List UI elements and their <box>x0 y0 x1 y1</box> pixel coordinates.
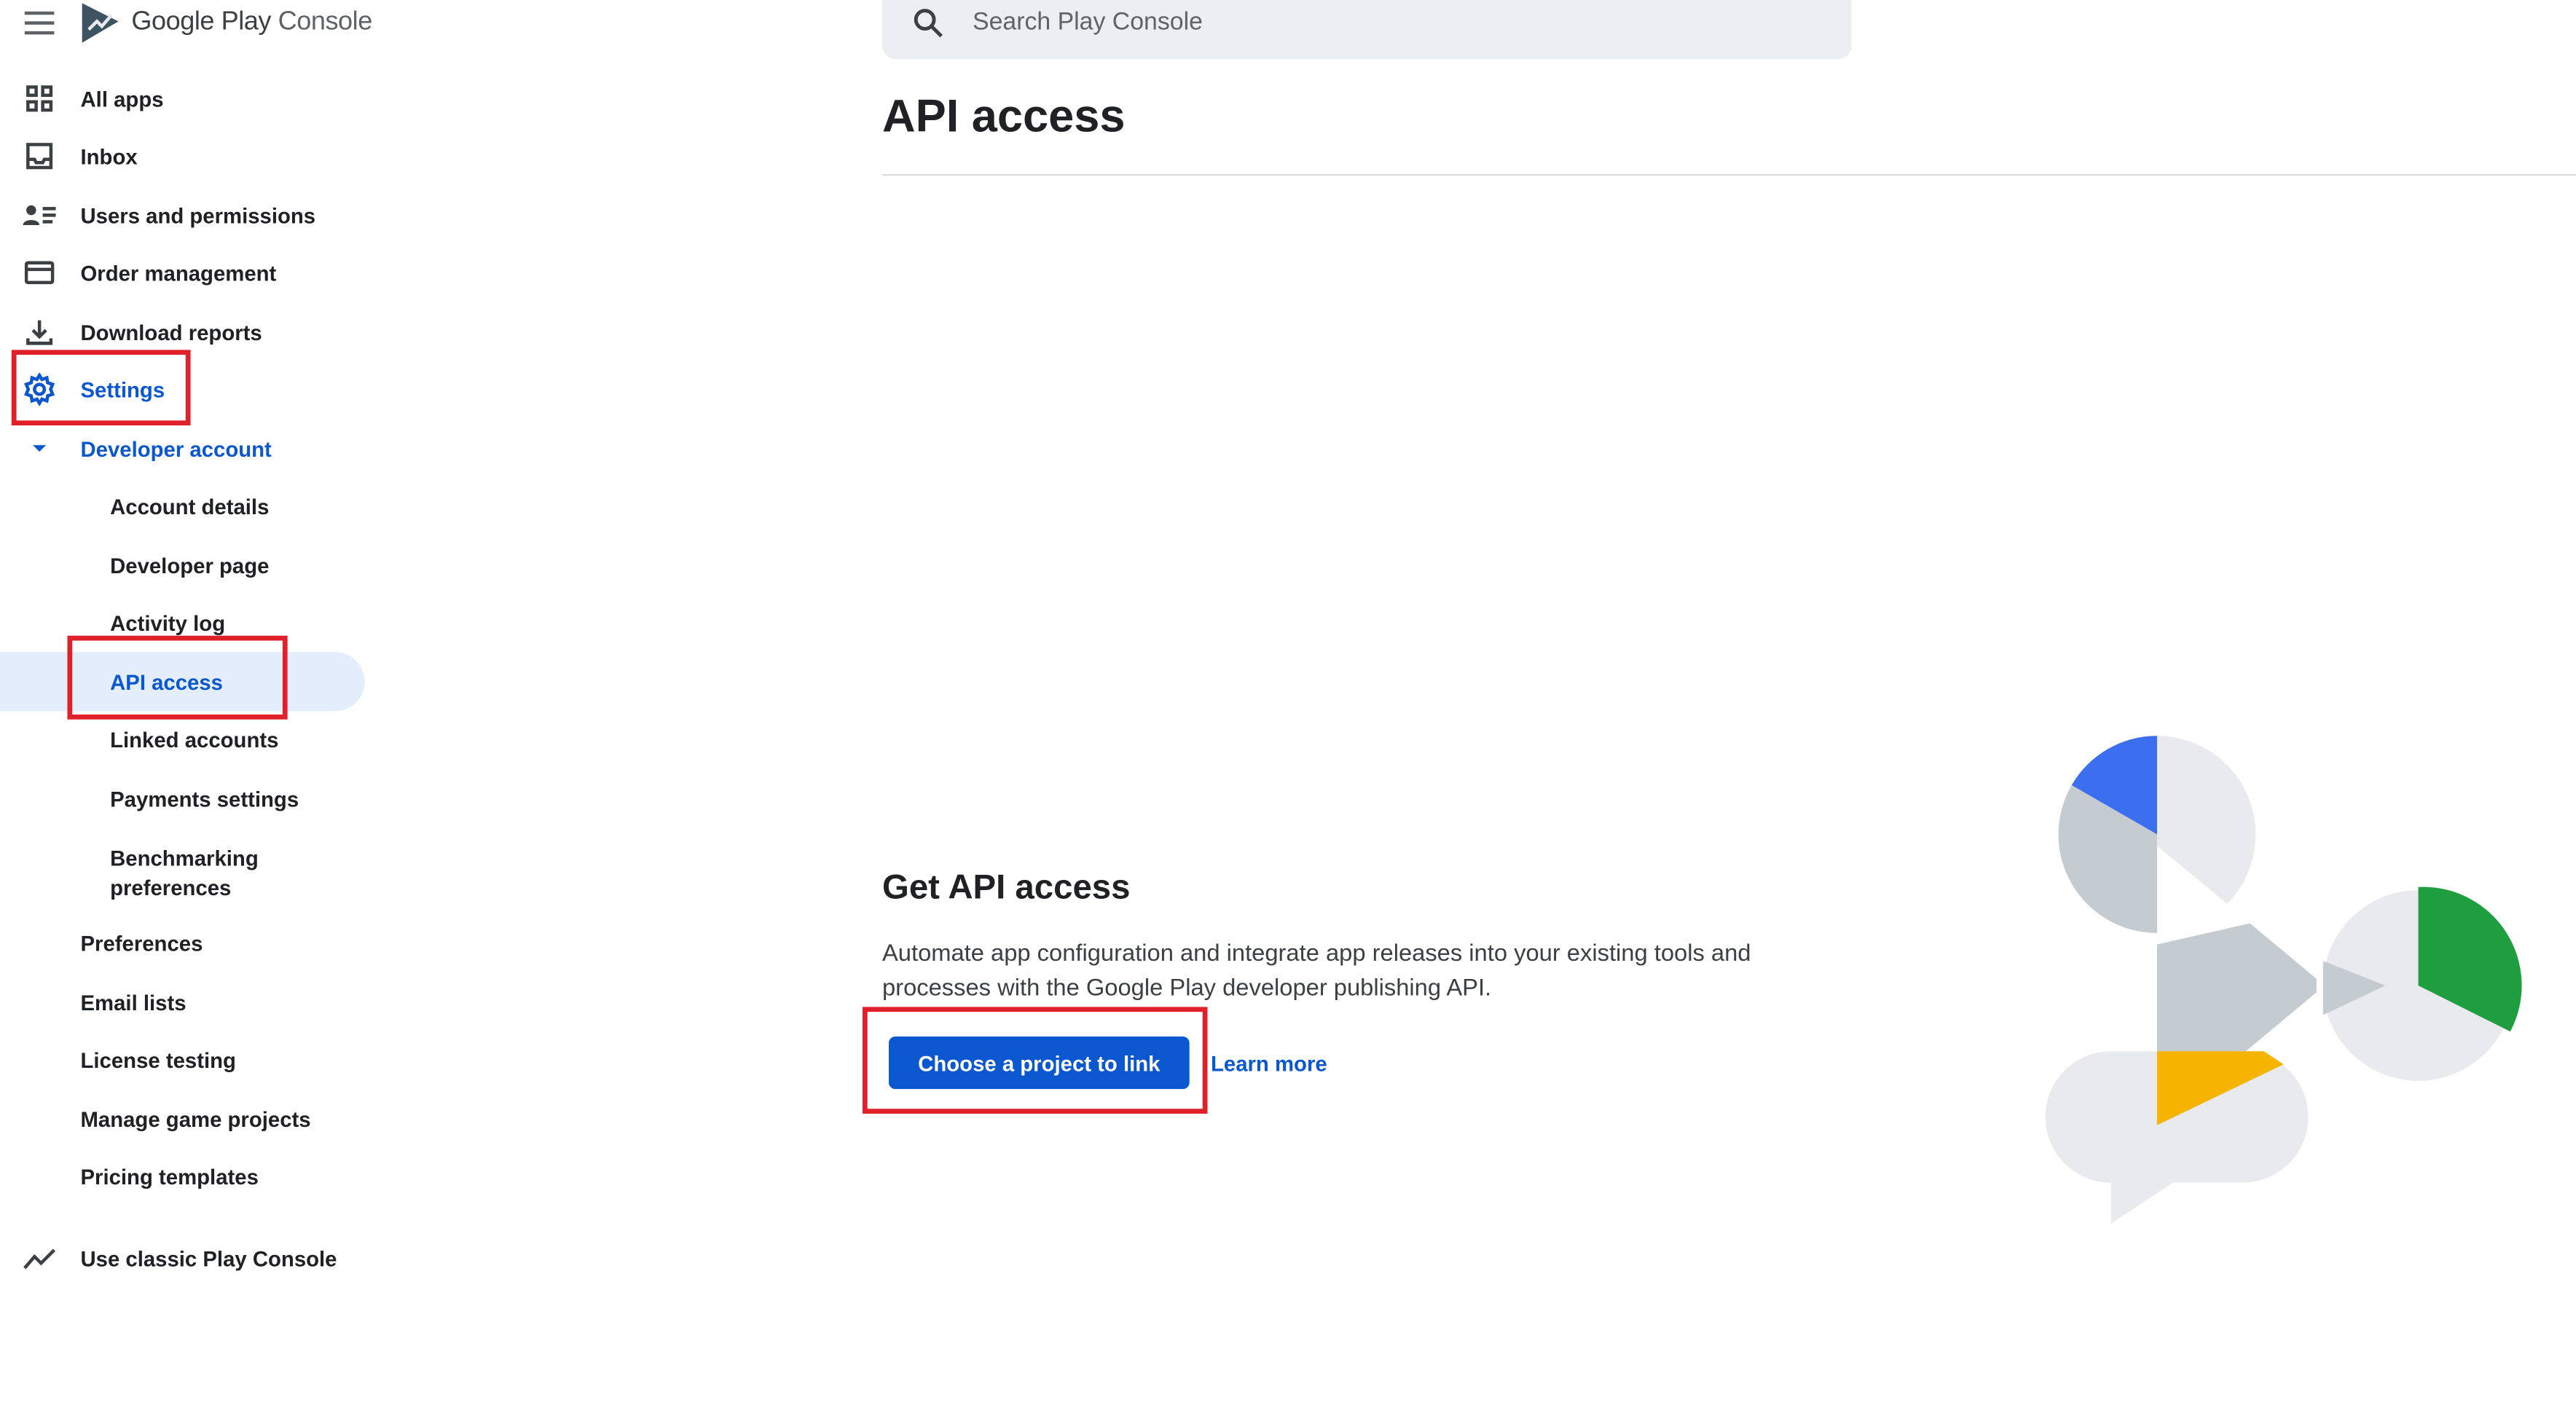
sidebar-subitem-payments-settings[interactable]: Payments settings <box>0 768 365 827</box>
sidebar-item-label: Account details <box>110 493 270 519</box>
sidebar-item-label: Developer account <box>80 436 272 461</box>
sidebar-item-pricing-templates[interactable]: Pricing templates <box>0 1146 365 1205</box>
sidebar-item-label: Inbox <box>80 143 138 169</box>
sidebar-item-label: Email lists <box>80 989 186 1015</box>
credit-card-icon <box>23 256 56 289</box>
sidebar-subitem-linked-accounts[interactable]: Linked accounts <box>0 709 365 768</box>
title-divider <box>881 174 2576 176</box>
sidebar-item-license-testing[interactable]: License testing <box>0 1030 365 1089</box>
sidebar-item-label: Settings <box>80 377 165 402</box>
download-icon <box>23 315 56 348</box>
sidebar-item-developer-account[interactable]: Developer account <box>0 419 365 478</box>
brand-name: Google Play Console <box>131 8 372 36</box>
search-bar[interactable]: Search Play Console <box>881 0 1852 60</box>
card-description: Automate app configuration and integrate… <box>881 941 1751 1002</box>
sidebar-subitem-account-details[interactable]: Account details <box>0 476 365 535</box>
play-console-logo-icon <box>82 3 119 43</box>
sidebar-item-download-reports[interactable]: Download reports <box>0 302 365 361</box>
page-title: API access <box>881 90 1126 141</box>
sidebar-item-inbox[interactable]: Inbox <box>0 127 365 186</box>
card-title: Get API access <box>881 868 1131 907</box>
sidebar-item-all-apps[interactable]: All apps <box>0 69 365 128</box>
grid-icon <box>23 82 56 115</box>
sidebar-item-preferences[interactable]: Preferences <box>0 913 365 972</box>
choose-project-button[interactable]: Choose a project to link <box>889 1036 1190 1090</box>
search-icon <box>912 7 945 39</box>
sidebar-item-label: Payments settings <box>110 786 299 811</box>
search-placeholder: Search Play Console <box>973 8 1203 36</box>
inbox-icon <box>23 140 56 173</box>
sidebar-item-label: Developer page <box>110 552 270 578</box>
sidebar-item-classic-console[interactable]: Use classic Play Console <box>0 1229 365 1288</box>
sidebar-item-users-permissions[interactable]: Users and permissions <box>0 186 365 245</box>
sidebar-subitem-activity-log[interactable]: Activity log <box>0 593 365 652</box>
sidebar-item-label: All apps <box>80 86 164 111</box>
sidebar-item-settings[interactable]: Settings <box>0 360 365 419</box>
sidebar-item-label: Linked accounts <box>110 726 279 752</box>
sidebar-item-manage-game-projects[interactable]: Manage game projects <box>0 1089 365 1148</box>
learn-more-link[interactable]: Learn more <box>1211 1051 1327 1076</box>
play-console-logo[interactable]: Google Play Console <box>79 0 372 46</box>
sidebar-item-label: Users and permissions <box>80 202 316 228</box>
menu-icon[interactable] <box>23 7 56 39</box>
users-permissions-icon <box>23 199 56 232</box>
sidebar-item-label: Pricing templates <box>80 1163 259 1189</box>
sidebar-item-label: Benchmarking preferences <box>110 846 259 900</box>
sidebar-item-label: API access <box>110 669 223 694</box>
sidebar-item-label: Use classic Play Console <box>80 1246 337 1271</box>
gear-icon <box>23 372 56 406</box>
sidebar-item-label: Activity log <box>110 610 226 635</box>
sidebar-item-order-management[interactable]: Order management <box>0 243 365 302</box>
sidebar-item-label: Order management <box>80 260 277 286</box>
api-access-illustration <box>2045 736 2522 1224</box>
sidebar-item-label: License testing <box>80 1047 236 1072</box>
sidebar-item-email-lists[interactable]: Email lists <box>0 972 365 1031</box>
caret-down-icon <box>23 432 56 465</box>
trending-icon <box>23 1242 56 1275</box>
sidebar-subitem-developer-page[interactable]: Developer page <box>0 535 365 594</box>
sidebar-item-label: Preferences <box>80 930 203 956</box>
sidebar-item-label: Download reports <box>80 319 262 345</box>
sidebar-item-label: Manage game projects <box>80 1106 311 1131</box>
sidebar-subitem-benchmarking-preferences[interactable]: Benchmarking preferences <box>0 838 329 910</box>
sidebar-subitem-api-access[interactable]: API access <box>0 652 365 712</box>
